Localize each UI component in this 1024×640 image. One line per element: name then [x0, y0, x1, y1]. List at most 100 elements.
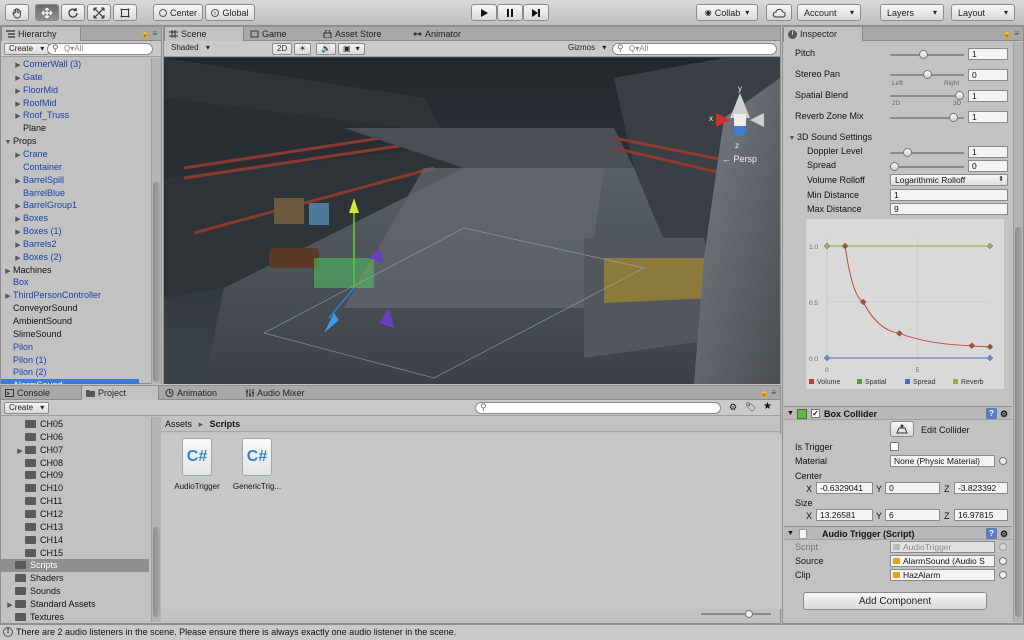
hierarchy-item[interactable]: ▶ BarrelGroup1	[1, 199, 139, 212]
project-folder-item[interactable]: CH08	[1, 457, 149, 470]
project-folder-item[interactable]: CH10	[1, 482, 149, 495]
project-folder-item[interactable]: Shaders	[1, 572, 149, 585]
project-folder-item[interactable]: CH06	[1, 431, 149, 444]
tab-scene[interactable]: Scene	[164, 27, 244, 42]
cloud-button[interactable]	[766, 4, 792, 21]
rect-tool-button[interactable]	[113, 4, 137, 21]
settings-gear-icon[interactable]: ⚙	[1000, 407, 1008, 421]
inspector-scroll-thumb[interactable]	[1015, 227, 1022, 617]
tab-asset-store[interactable]: Asset Store	[319, 27, 388, 41]
hierarchy-scroll-thumb[interactable]	[153, 182, 160, 382]
tab-project[interactable]: Project	[81, 386, 159, 401]
size-x-field[interactable]: 13.26581	[816, 509, 873, 521]
status-bar[interactable]: ! There are 2 audio listeners in the sce…	[0, 624, 1024, 640]
tab-animator[interactable]: Animator	[409, 27, 467, 41]
move-tool-button[interactable]	[35, 4, 59, 21]
play-button[interactable]	[471, 4, 497, 21]
filter-type-icon[interactable]: ⚙	[729, 402, 737, 413]
filter-label-icon[interactable]: 🏷	[745, 402, 756, 413]
edit-collider-button[interactable]	[890, 421, 914, 437]
hierarchy-item[interactable]: ▶ FloorMid	[1, 84, 139, 97]
layout-dropdown[interactable]: Layout	[951, 4, 1015, 21]
project-folder-item[interactable]: Sounds	[1, 585, 149, 598]
hierarchy-item[interactable]: ▶ ThirdPersonController	[1, 289, 139, 302]
effects-dropdown[interactable]: ▣	[338, 43, 365, 55]
inspector-scrollbar[interactable]	[1013, 42, 1023, 622]
audio-trigger-header[interactable]: ▼ Audio Trigger (Script) ? ⚙	[784, 526, 1012, 540]
tab-audio-mixer[interactable]: Audio Mixer	[241, 386, 311, 400]
project-folder-item[interactable]: CH09	[1, 469, 149, 482]
object-picker-icon[interactable]	[999, 571, 1007, 579]
breadcrumb-assets[interactable]: Assets	[165, 419, 192, 429]
hierarchy-item[interactable]: ▶ BarrelSpill	[1, 174, 139, 187]
physic-material-field[interactable]: None (Physic Material)	[890, 455, 995, 467]
gizmos-dropdown[interactable]: Gizmos	[564, 43, 610, 55]
project-create-dropdown[interactable]: Create	[4, 402, 50, 414]
3d-sound-settings-foldout[interactable]: ▼ 3D Sound Settings	[787, 132, 873, 142]
hierarchy-item[interactable]: ▶ CornerWall (3)	[1, 58, 139, 71]
hierarchy-item[interactable]: ▶ Boxes (2)	[1, 251, 139, 264]
persp-label[interactable]: ← Persp	[722, 154, 757, 164]
project-panel-menu-icon[interactable]: 🔒 ≡	[759, 388, 776, 397]
is-trigger-checkbox[interactable]	[890, 442, 899, 451]
hierarchy-item[interactable]: ▶ Machines	[1, 264, 139, 277]
audio-toggle[interactable]: 🔊	[316, 43, 336, 55]
project-folder-item[interactable]: CH15	[1, 547, 149, 560]
hierarchy-item[interactable]: ▶ Barrels2	[1, 238, 139, 251]
inspector-lock-icon[interactable]: 🔒 ≡	[1002, 29, 1019, 38]
hierarchy-scrollbar[interactable]	[151, 58, 161, 384]
hierarchy-item[interactable]: Plane	[1, 122, 139, 135]
scene-viewport[interactable]: y x z ← Persp	[164, 58, 780, 384]
hierarchy-item[interactable]: Pilon	[1, 341, 139, 354]
object-picker-icon[interactable]	[999, 457, 1007, 465]
asset-generic-trigger[interactable]: C# GenericTrig...	[227, 438, 287, 491]
help-icon[interactable]: ?	[986, 408, 997, 419]
scale-tool-button[interactable]	[87, 4, 111, 21]
hierarchy-item[interactable]: ConveyorSound	[1, 302, 139, 315]
hand-tool-button[interactable]	[5, 4, 29, 21]
hierarchy-item[interactable]: ▶ Boxes (1)	[1, 225, 139, 238]
project-folder-scroll-thumb[interactable]	[153, 527, 160, 617]
collab-dropdown[interactable]: ◉ Collab	[696, 4, 758, 21]
volume-rolloff-select[interactable]: Logarithmic Rolloff	[890, 174, 1008, 186]
tab-hierarchy[interactable]: Hierarchy	[1, 27, 81, 42]
hierarchy-item[interactable]: AlarmSound	[1, 379, 139, 384]
center-y-field[interactable]: 0	[885, 482, 940, 494]
reverb-zone-mix-slider[interactable]	[890, 113, 964, 122]
breadcrumb-scripts[interactable]: Scripts	[210, 419, 241, 429]
project-folder-item[interactable]: Textures	[1, 611, 149, 622]
tab-game[interactable]: Game	[246, 27, 293, 41]
stereo-pan-knob[interactable]	[922, 70, 932, 79]
shading-mode-dropdown[interactable]: Shaded	[167, 43, 265, 55]
project-folder-item[interactable]: CH14	[1, 534, 149, 547]
hierarchy-search-input[interactable]: Q▾All	[47, 43, 153, 55]
hierarchy-item[interactable]: AmbientSound	[1, 315, 139, 328]
project-folder-item[interactable]: CH12	[1, 508, 149, 521]
project-folder-item[interactable]: CH05	[1, 418, 149, 431]
space-global-toggle[interactable]: Global	[205, 4, 255, 21]
tab-animation[interactable]: Animation	[161, 386, 223, 400]
hierarchy-item[interactable]: ▶ Gate	[1, 71, 139, 84]
size-z-field[interactable]: 16.97815	[954, 509, 1008, 521]
project-folder-item[interactable]: CH13	[1, 521, 149, 534]
hierarchy-item[interactable]: ▶ Boxes	[1, 212, 139, 225]
hierarchy-item[interactable]: ▶ Crane	[1, 148, 139, 161]
hierarchy-item[interactable]: Pilon (1)	[1, 354, 139, 367]
rotate-tool-button[interactable]	[61, 4, 85, 21]
asset-audio-trigger[interactable]: C# AudioTrigger	[167, 438, 227, 491]
hierarchy-item[interactable]: Pilon (2)	[1, 366, 139, 379]
project-folder-item[interactable]: ▶ Standard Assets	[1, 598, 149, 611]
scene-search-input[interactable]: Q▾All	[612, 43, 777, 55]
hierarchy-item[interactable]: ▶ RoofMid	[1, 97, 139, 110]
size-y-field[interactable]: 6	[885, 509, 940, 521]
reverb-zone-mix-field[interactable]: 1	[968, 111, 1008, 123]
object-picker-icon[interactable]	[999, 557, 1007, 565]
pitch-field[interactable]: 1	[968, 48, 1008, 60]
doppler-level-field[interactable]: 1	[968, 146, 1008, 158]
doppler-level-knob[interactable]	[903, 148, 912, 157]
min-distance-field[interactable]: 1	[890, 189, 1008, 201]
spatial-blend-knob[interactable]	[955, 91, 964, 100]
hierarchy-item[interactable]: ▼ Props	[1, 135, 139, 148]
pitch-slider[interactable]	[890, 50, 964, 59]
lighting-toggle[interactable]: ☀	[294, 43, 312, 55]
